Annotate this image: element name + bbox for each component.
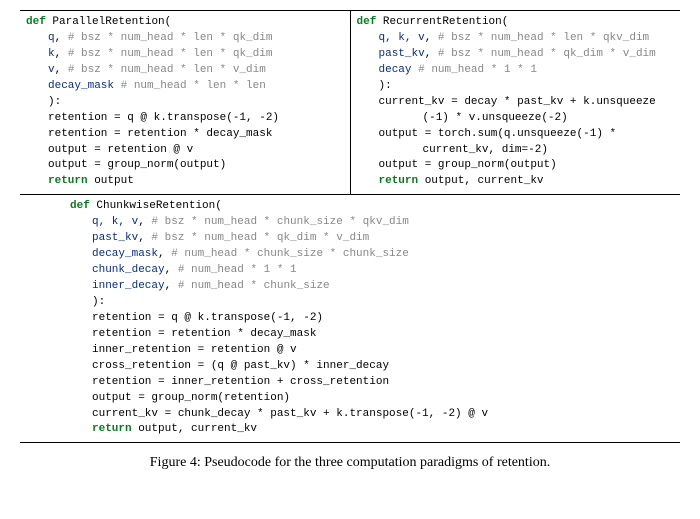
recurrent-retention-block: def RecurrentRetention( q, k, v, # bsz *… (351, 11, 681, 194)
code-line: output = group_norm(retention) (70, 391, 674, 407)
def-keyword: def (70, 200, 90, 212)
param-comment: # num_head * chunk_size * chunk_size (171, 248, 409, 260)
param: past_kv (92, 232, 138, 244)
code-line: retention = q @ k.transpose(-1, -2) (26, 111, 344, 127)
code-line-cont: (-1) * v.unsqueeze(-2) (357, 111, 675, 127)
param-comment: # bsz * num_head * len * v_dim (68, 64, 266, 76)
param-comment: # num_head * 1 * 1 (418, 64, 537, 76)
param-comment: # num_head * 1 * 1 (178, 264, 297, 276)
param: v (48, 64, 55, 76)
code-line: current_kv = decay * past_kv + k.unsquee… (357, 95, 675, 111)
chunkwise-retention-block: def ChunkwiseRetention( q, k, v, # bsz *… (20, 195, 680, 443)
code-line: retention = retention * decay_mask (26, 127, 344, 143)
param-comment: # bsz * num_head * len * qk_dim (68, 32, 273, 44)
parallel-retention-block: def ParallelRetention( q, # bsz * num_he… (20, 11, 351, 194)
param-comment: # bsz * num_head * qk_dim * v_dim (151, 232, 369, 244)
param: chunk_decay (92, 264, 165, 276)
param-comment: # bsz * num_head * chunk_size * qkv_dim (151, 216, 408, 228)
code-line: output = retention @ v (26, 143, 344, 159)
param: q, k, v (92, 216, 138, 228)
code-line: retention = retention * decay_mask (70, 327, 674, 343)
code-line: retention = q @ k.transpose(-1, -2) (70, 311, 674, 327)
code-line: output = group_norm(output) (357, 158, 675, 174)
figure-caption: Figure 4: Pseudocode for the three compu… (20, 453, 680, 473)
param-comment: # num_head * chunk_size (178, 280, 330, 292)
param: inner_decay (92, 280, 165, 292)
code-line: output = torch.sum(q.unsqueeze(-1) * (357, 127, 675, 143)
param-comment: # bsz * num_head * qk_dim * v_dim (438, 48, 656, 60)
func-name: RecurrentRetention (383, 16, 502, 28)
top-code-row: def ParallelRetention( q, # bsz * num_he… (20, 10, 680, 195)
def-keyword: def (26, 16, 46, 28)
param-comment: # num_head * len * len (121, 80, 266, 92)
param: decay_mask (48, 80, 114, 92)
return-keyword: return (92, 423, 132, 435)
param: k (48, 48, 55, 60)
param: decay_mask (92, 248, 158, 260)
func-name: ChunkwiseRetention (96, 200, 215, 212)
param: q, k, v (379, 32, 425, 44)
code-line: retention = inner_retention + cross_rete… (70, 375, 674, 391)
return-keyword: return (379, 175, 419, 187)
param: decay (379, 64, 412, 76)
func-name: ParallelRetention (52, 16, 164, 28)
param-comment: # bsz * num_head * len * qkv_dim (438, 32, 649, 44)
code-line: cross_retention = (q @ past_kv) * inner_… (70, 359, 674, 375)
code-line: current_kv = chunk_decay * past_kv + k.t… (70, 407, 674, 423)
code-line: output = group_norm(output) (26, 158, 344, 174)
code-line: inner_retention = retention @ v (70, 343, 674, 359)
param: past_kv (379, 48, 425, 60)
return-keyword: return (48, 175, 88, 187)
param: q (48, 32, 55, 44)
def-keyword: def (357, 16, 377, 28)
code-line-cont: current_kv, dim=-2) (357, 143, 675, 159)
param-comment: # bsz * num_head * len * qk_dim (68, 48, 273, 60)
